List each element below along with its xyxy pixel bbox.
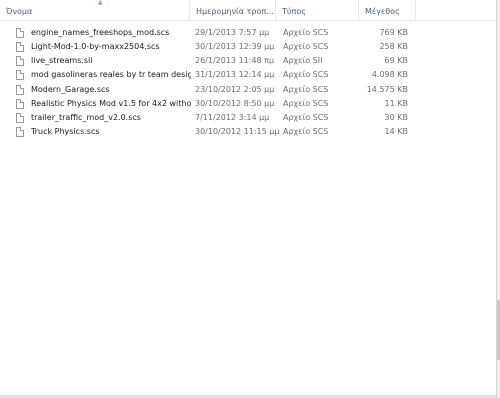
- column-header-date[interactable]: Ημερομηνία τροπ...: [190, 0, 276, 20]
- file-icon: [16, 42, 24, 52]
- file-name: Realistic Physics Mod v1.5 for 4x2 witho…: [31, 99, 191, 108]
- file-name: mod gasolineras reales by tr team design…: [31, 70, 191, 79]
- column-header-type[interactable]: Τύπος: [276, 0, 359, 20]
- file-row[interactable]: live_streams.sii 26/1/2013 11:48 πμ Αρχε…: [0, 55, 412, 67]
- file-size: 30 KB: [384, 113, 408, 122]
- file-date: 7/11/2012 3:14 μμ: [195, 113, 270, 122]
- file-name: Modern_Garage.scs: [31, 85, 110, 94]
- file-icon: [16, 127, 24, 137]
- column-header-size[interactable]: Μέγεθος: [359, 0, 416, 20]
- column-header-bar: ▲ Όνομα Ημερομηνία τροπ... Τύπος Μέγεθος: [0, 0, 496, 21]
- file-type: Αρχείο SCS: [283, 113, 329, 122]
- file-size: 69 KB: [384, 56, 408, 65]
- file-type: Αρχείο SCS: [283, 70, 329, 79]
- file-icon: [16, 70, 24, 80]
- file-row[interactable]: engine_names_freeshops_mod.scs 29/1/2013…: [0, 27, 412, 39]
- file-date: 31/1/2013 12:14 μμ: [195, 70, 275, 79]
- file-date: 30/10/2012 8:50 μμ: [195, 99, 275, 108]
- file-type: Αρχείο SCS: [283, 85, 329, 94]
- vertical-scrollbar[interactable]: [496, 0, 500, 398]
- file-date: 29/1/2013 7:57 μμ: [195, 28, 270, 37]
- file-type: Αρχείο SCS: [283, 127, 329, 136]
- file-name: Truck Physics.scs: [31, 127, 100, 136]
- file-type: Αρχείο SCS: [283, 99, 329, 108]
- column-header-name[interactable]: Όνομα: [0, 0, 190, 20]
- file-size: 14.575 KB: [366, 85, 408, 94]
- file-row[interactable]: trailer_traffic_mod_v2.0.scs 7/11/2012 3…: [0, 112, 412, 124]
- file-size: 14 KB: [384, 127, 408, 136]
- file-row[interactable]: Modern_Garage.scs 23/10/2012 2:05 μμ Αρχ…: [0, 84, 412, 96]
- file-name: trailer_traffic_mod_v2.0.scs: [31, 113, 141, 122]
- file-icon: [16, 85, 24, 95]
- file-date: 30/1/2013 12:39 μμ: [195, 42, 275, 51]
- file-row[interactable]: Truck Physics.scs 30/10/2012 11:15 μμ Αρ…: [0, 126, 412, 138]
- file-row[interactable]: Light-Mod-1.0-by-maxx2504.scs 30/1/2013 …: [0, 41, 412, 53]
- file-row[interactable]: Realistic Physics Mod v1.5 for 4x2 witho…: [0, 98, 412, 110]
- file-type: Αρχείο SCS: [283, 28, 329, 37]
- file-date: 23/10/2012 2:05 μμ: [195, 85, 275, 94]
- file-type: Αρχείο SCS: [283, 42, 329, 51]
- file-size: 769 KB: [379, 28, 408, 37]
- file-date: 30/10/2012 11:15 μμ: [195, 127, 279, 136]
- file-type: Αρχείο SII: [283, 56, 323, 65]
- file-name: live_streams.sii: [31, 56, 93, 65]
- file-size: 4.098 KB: [371, 70, 408, 79]
- file-icon: [16, 28, 24, 38]
- file-date: 26/1/2013 11:48 πμ: [195, 56, 275, 65]
- file-row[interactable]: mod gasolineras reales by tr team design…: [0, 69, 412, 81]
- file-icon: [16, 113, 24, 123]
- file-size: 258 KB: [379, 42, 408, 51]
- file-name: Light-Mod-1.0-by-maxx2504.scs: [31, 42, 160, 51]
- file-name: engine_names_freeshops_mod.scs: [31, 28, 170, 37]
- file-icon: [16, 99, 24, 109]
- file-icon: [16, 56, 24, 66]
- file-size: 11 KB: [384, 99, 408, 108]
